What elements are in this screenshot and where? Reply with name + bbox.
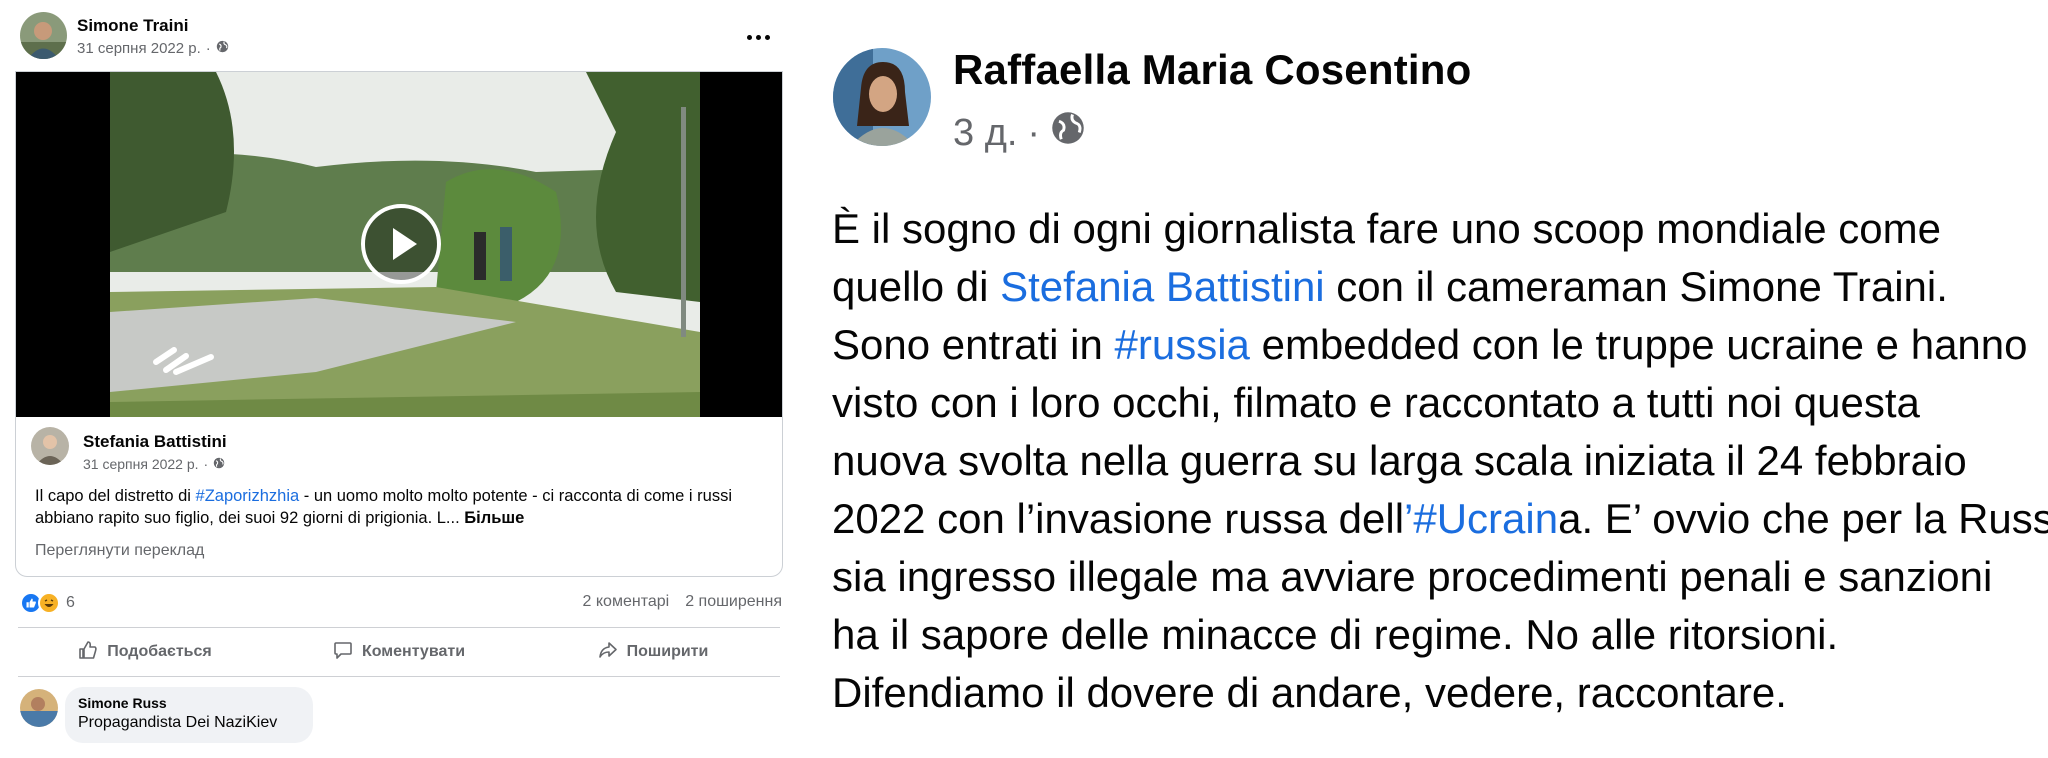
text-line: visto con i loro occhi, filmato e raccon… <box>832 379 1920 426</box>
text-line: nuova svolta nella guerra su larga scala… <box>832 437 1967 484</box>
divider <box>18 676 780 677</box>
shared-post-card[interactable]: Stefania Battistini 31 серпня 2022 р. · … <box>15 71 783 577</box>
text-line: Difendiamo il dovere di andare, vedere, … <box>832 669 1787 716</box>
text-part: 2022 con l’invasione russa dell <box>832 495 1405 542</box>
meta-separator: · <box>205 40 211 57</box>
see-more-link[interactable]: Більше <box>464 509 524 527</box>
shared-author-avatar[interactable] <box>31 427 69 465</box>
reaction-count: 6 <box>66 594 75 611</box>
text-line: 2022 con l’invasione russa dell’#Ucraina… <box>832 490 2048 548</box>
shared-meta: 31 серпня 2022 р. · <box>83 456 225 472</box>
hashtag-link[interactable]: #russia <box>1115 321 1250 368</box>
globe-icon <box>213 456 225 472</box>
share-icon <box>598 640 618 665</box>
post-time[interactable]: 3 д. <box>953 112 1017 155</box>
meta-separator: · <box>1027 111 1041 154</box>
play-icon[interactable] <box>361 204 441 284</box>
like-label: Подобається <box>107 643 212 660</box>
author-avatar[interactable] <box>20 12 67 59</box>
post-header: Simone Traini 31 серпня 2022 р. · <box>20 12 780 64</box>
right-post-panel: Raffaella Maria Cosentino 3 д. · È il so… <box>800 0 2048 758</box>
right-author-avatar[interactable] <box>833 48 931 146</box>
action-bar: Подобається Коментувати Поширити <box>18 632 780 672</box>
right-author-name[interactable]: Raffaella Maria Cosentino <box>953 46 1471 94</box>
commenter-avatar[interactable] <box>20 689 58 727</box>
text-line: ha il sapore delle minacce di regime. No… <box>832 611 1839 658</box>
right-post-meta: 3 д. · <box>953 110 1086 156</box>
text-part: con il cameraman Simone Traini. <box>1324 263 1948 310</box>
comments-count[interactable]: 2 коментарі <box>583 593 670 611</box>
text-part: embedded con le truppe ucraine e hanno <box>1249 321 2028 368</box>
shares-count[interactable]: 2 поширення <box>685 593 782 611</box>
hashtag-link[interactable]: ’#Ucrain <box>1404 495 1558 542</box>
divider <box>18 627 780 628</box>
comment-label: Коментувати <box>361 643 466 660</box>
haha-icon <box>38 592 60 614</box>
text-part: quello di <box>832 263 1001 310</box>
shared-post-text: Il capo del distretto di #Zaporizhzhia -… <box>35 485 775 529</box>
share-button[interactable]: Поширити <box>526 632 780 672</box>
text-line: sia ingresso illegale ma avviare procedi… <box>832 553 1993 600</box>
engagement-counts: 2 коментарі 2 поширення <box>583 593 782 611</box>
see-translation-link[interactable]: Переглянути переклад <box>35 542 204 560</box>
right-post-text: È il sogno di ogni giornalista fare uno … <box>832 200 2048 722</box>
mention-link[interactable]: Stefania Battistini <box>1000 263 1325 310</box>
text-part: a. E’ ovvio che per la Russia <box>1558 495 2048 542</box>
comment-text: Propagandista Dei NaziKiev <box>78 714 278 731</box>
like-button[interactable]: Подобається <box>18 632 272 672</box>
meta-separator: · <box>203 456 209 472</box>
text-part: Sono entrati in <box>832 321 1115 368</box>
comment-button[interactable]: Коментувати <box>272 632 526 672</box>
post-date[interactable]: 31 серпня 2022 р. <box>77 40 201 57</box>
text-line: quello di Stefania Battistini con il cam… <box>832 258 2048 316</box>
globe-icon <box>1050 110 1086 156</box>
shared-text-part: Il capo del distretto di <box>35 487 196 505</box>
thumbs-up-icon <box>78 640 98 665</box>
comment-icon <box>333 640 353 665</box>
reactions-summary[interactable]: 6 <box>20 590 75 616</box>
comment-author[interactable]: Simone Russ <box>78 695 300 711</box>
globe-icon <box>216 40 229 57</box>
post-meta: 31 серпня 2022 р. · <box>77 40 229 57</box>
post-author-name[interactable]: Simone Traini <box>77 16 188 36</box>
video-player[interactable] <box>16 72 782 417</box>
text-line: Sono entrati in #russia embedded con le … <box>832 316 2048 374</box>
text-line: È il sogno di ogni giornalista fare uno … <box>832 205 1942 252</box>
comment-bubble[interactable]: Simone Russ Propagandista Dei NaziKiev <box>65 687 313 743</box>
ellipsis-icon[interactable] <box>740 22 776 52</box>
shared-author-name[interactable]: Stefania Battistini <box>83 432 227 452</box>
share-label: Поширити <box>626 643 709 660</box>
shared-date[interactable]: 31 серпня 2022 р. <box>83 456 199 472</box>
left-post-panel: Simone Traini 31 серпня 2022 р. · Stefan… <box>0 0 795 758</box>
hashtag-link[interactable]: #Zaporizhzhia <box>196 487 300 505</box>
